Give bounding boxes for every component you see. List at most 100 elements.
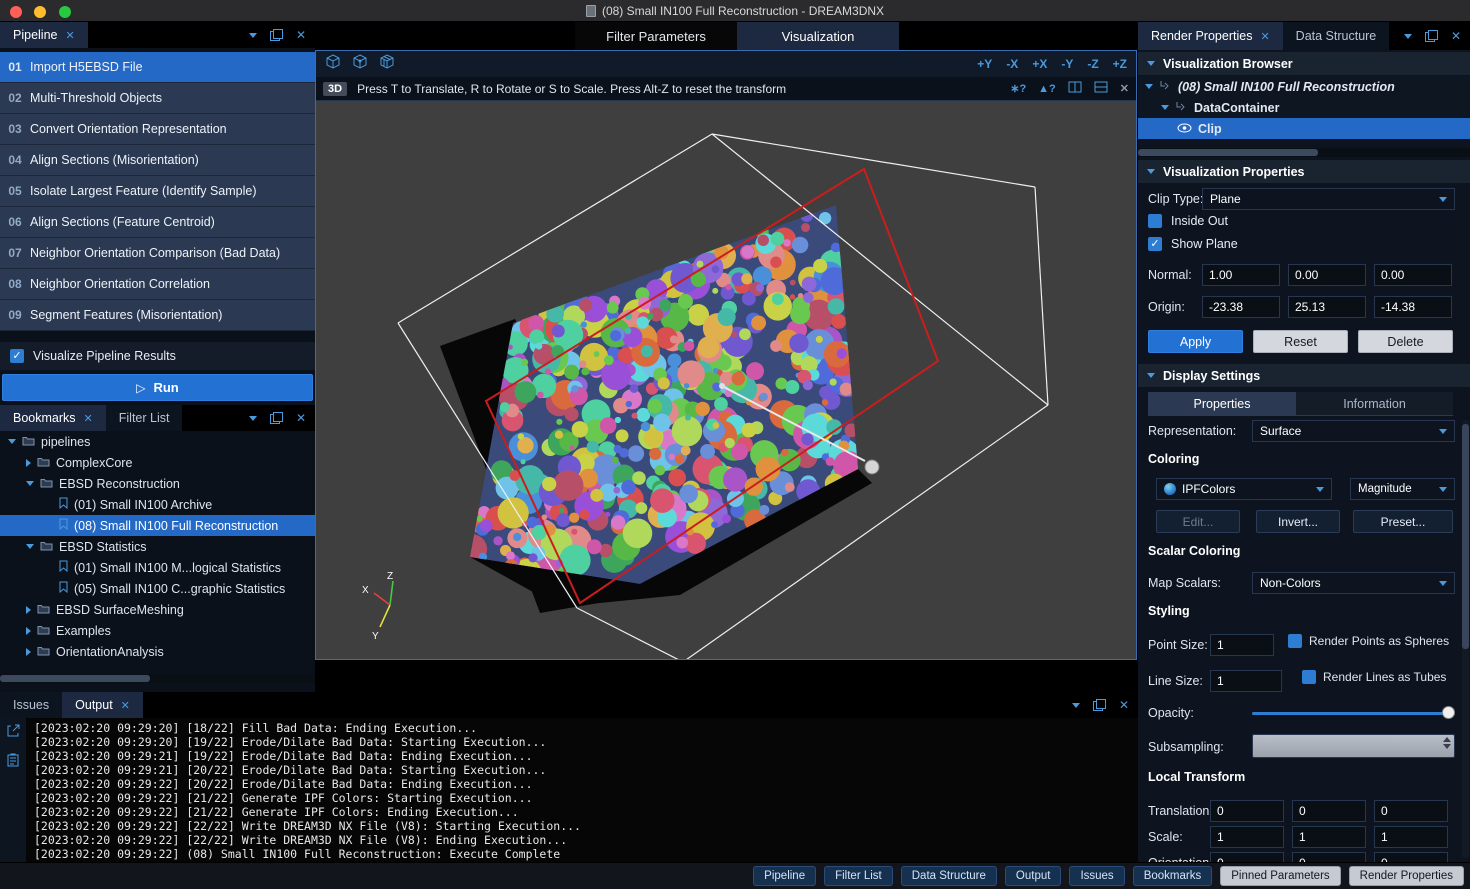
preset-colors-button[interactable]: Preset... [1353, 510, 1453, 533]
zoom-window-button[interactable] [59, 6, 71, 18]
camera-plusminus-x-button[interactable]: +X [1032, 57, 1047, 71]
scrollbar-thumb[interactable] [0, 675, 150, 682]
pipeline-item-05[interactable]: 05Isolate Largest Feature (Identify Samp… [0, 176, 315, 207]
close-tab-icon[interactable]: ✕ [1260, 30, 1269, 43]
render-lines-checkbox[interactable] [1302, 670, 1316, 684]
camera-view-cube-icon[interactable] [352, 54, 368, 75]
query-point-icon[interactable]: ∗? [1010, 82, 1026, 95]
coloring-array-dropdown[interactable]: IPFColors [1156, 478, 1332, 500]
chevron-right-icon[interactable] [26, 606, 31, 614]
subsampling-spinbox[interactable] [1252, 734, 1455, 758]
tab-display-information[interactable]: Information [1296, 392, 1453, 416]
close-panel-icon[interactable]: ✕ [296, 29, 306, 41]
chevron-right-icon[interactable] [26, 648, 31, 656]
tab-issues[interactable]: Issues [0, 692, 62, 718]
show-plane-checkbox[interactable]: ✓ [1148, 237, 1162, 251]
translation-z-input[interactable]: 0 [1374, 800, 1448, 822]
close-tab-icon[interactable]: ✕ [65, 29, 74, 42]
camera-minus-y-button[interactable]: -Y [1061, 57, 1073, 71]
vertical-scrollbar[interactable] [1462, 420, 1469, 858]
origin-z-input[interactable]: -14.38 [1374, 296, 1452, 318]
close-panel-icon[interactable]: ✕ [1451, 30, 1461, 42]
close-view-icon[interactable]: ✕ [1120, 82, 1129, 95]
orientation-x-input[interactable]: 0 [1210, 852, 1284, 862]
reset-button[interactable]: Reset [1253, 330, 1348, 353]
undock-panel-icon[interactable] [1093, 699, 1106, 711]
pipeline-item-08[interactable]: 08Neighbor Orientation Correlation [0, 269, 315, 300]
pipeline-item-07[interactable]: 07Neighbor Orientation Comparison (Bad D… [0, 238, 315, 269]
coloring-component-dropdown[interactable]: Magnitude [1350, 478, 1455, 500]
spin-down-icon[interactable] [1443, 744, 1451, 749]
visualize-results-checkbox[interactable]: ✓ [10, 349, 24, 363]
bookmarks-tree-item[interactable]: pipelines [0, 431, 315, 452]
visualization-properties-header[interactable]: Visualization Properties [1138, 160, 1470, 183]
undock-panel-icon[interactable] [1425, 30, 1438, 42]
clip-type-dropdown[interactable]: Plane [1202, 188, 1455, 210]
scale-x-input[interactable]: 1 [1210, 826, 1284, 848]
copy-log-icon[interactable] [7, 753, 19, 772]
point-size-input[interactable]: 1 [1210, 634, 1274, 656]
run-pipeline-button[interactable]: ▷ Run [2, 374, 313, 401]
bookmarks-tree-item[interactable]: (01) Small IN100 M...logical Statistics [0, 557, 315, 578]
console-log[interactable]: [2023:02:20 09:29:20] [18/22] Fill Bad D… [26, 718, 1138, 862]
viz-browser-node[interactable]: DataContainer [1138, 97, 1470, 118]
origin-x-input[interactable]: -23.38 [1202, 296, 1280, 318]
chevron-right-icon[interactable] [26, 459, 31, 467]
camera-minus-z-button[interactable]: -Z [1087, 57, 1098, 71]
pipeline-item-09[interactable]: 09Segment Features (Misorientation) [0, 300, 315, 331]
scale-z-input[interactable]: 1 [1374, 826, 1448, 848]
render-points-checkbox[interactable] [1288, 634, 1302, 648]
close-panel-icon[interactable]: ✕ [1119, 699, 1129, 711]
inside-out-checkbox[interactable] [1148, 214, 1162, 228]
bookmarks-tree-item[interactable]: EBSD Reconstruction [0, 473, 315, 494]
chevron-down-icon[interactable] [1145, 84, 1153, 89]
scale-y-input[interactable]: 1 [1292, 826, 1366, 848]
status-toggle-pinned-parameters[interactable]: Pinned Parameters [1220, 866, 1340, 886]
scrollbar-thumb[interactable] [1462, 424, 1469, 649]
chevron-down-icon[interactable] [1161, 105, 1169, 110]
status-toggle-pipeline[interactable]: Pipeline [753, 866, 816, 886]
tab-bookmarks[interactable]: Bookmarks ✕ [0, 405, 106, 431]
pipeline-item-04[interactable]: 04Align Sections (Misorientation) [0, 145, 315, 176]
query-cell-icon[interactable]: ▲? [1038, 83, 1056, 95]
edit-colors-button[interactable]: Edit... [1156, 510, 1240, 533]
chevron-right-icon[interactable] [26, 627, 31, 635]
viz-browser-node[interactable]: (08) Small IN100 Full Reconstruction [1138, 76, 1470, 97]
status-toggle-filter-list[interactable]: Filter List [824, 866, 893, 886]
normal-x-input[interactable]: 1.00 [1202, 264, 1280, 286]
spin-up-icon[interactable] [1443, 737, 1451, 742]
bookmarks-tree-item[interactable]: EBSD Statistics [0, 536, 315, 557]
3d-viewport[interactable]: ZXY [316, 101, 1136, 659]
bookmarks-tree-item[interactable]: (05) Small IN100 C...graphic Statistics [0, 578, 315, 599]
viz-browser-node[interactable]: Clip [1138, 118, 1470, 139]
translation-y-input[interactable]: 0 [1292, 800, 1366, 822]
camera-plusminus-z-button[interactable]: +Z [1113, 57, 1127, 71]
bookmarks-tree-item[interactable]: EBSD SurfaceMeshing [0, 599, 315, 620]
close-panel-icon[interactable]: ✕ [296, 412, 306, 424]
chevron-down-icon[interactable] [249, 33, 257, 38]
tab-filter-parameters[interactable]: Filter Parameters [575, 22, 737, 50]
chevron-down-icon[interactable] [1404, 34, 1412, 39]
horizontal-scrollbar[interactable] [0, 674, 315, 683]
split-horizontal-icon[interactable] [1094, 81, 1108, 96]
bookmarks-tree-item[interactable]: (08) Small IN100 Full Reconstruction [0, 515, 315, 536]
opacity-slider[interactable] [1252, 706, 1455, 720]
close-tab-icon[interactable]: ✕ [84, 412, 93, 425]
close-tab-icon[interactable]: ✕ [121, 699, 130, 712]
normal-z-input[interactable]: 0.00 [1374, 264, 1452, 286]
translation-x-input[interactable]: 0 [1210, 800, 1284, 822]
chevron-down-icon[interactable] [26, 544, 34, 549]
orientation-y-input[interactable]: 0 [1292, 852, 1366, 862]
close-window-button[interactable] [10, 6, 22, 18]
map-scalars-dropdown[interactable]: Non-Colors [1252, 572, 1455, 594]
orientation-cube-icon[interactable] [325, 54, 341, 75]
chevron-down-icon[interactable] [1072, 703, 1080, 708]
tab-data-structure[interactable]: Data Structure [1283, 22, 1390, 50]
bookmarks-tree-item[interactable]: Examples [0, 620, 315, 641]
export-log-icon[interactable] [6, 724, 20, 743]
scrollbar-thumb[interactable] [1138, 149, 1318, 156]
chevron-down-icon[interactable] [26, 481, 34, 486]
bookmarks-tree-item[interactable]: ComplexCore [0, 452, 315, 473]
line-size-input[interactable]: 1 [1210, 670, 1282, 692]
status-toggle-bookmarks[interactable]: Bookmarks [1133, 866, 1213, 886]
